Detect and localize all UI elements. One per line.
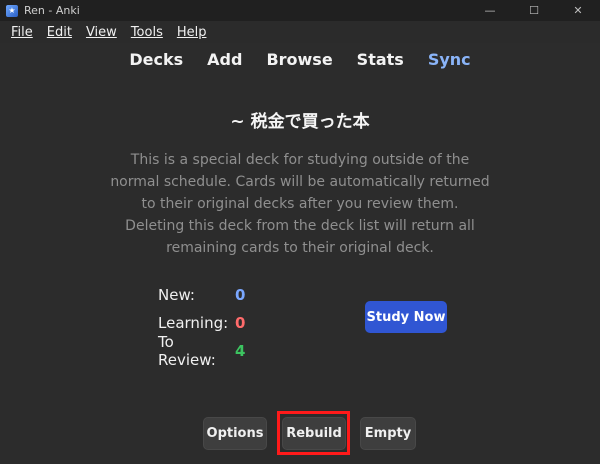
menu-help-label: Help	[176, 24, 207, 40]
deck-title: ~ 税金で買った本	[230, 112, 370, 132]
menu-edit-label: Edit	[46, 24, 72, 40]
new-label: New:	[158, 286, 195, 304]
title-bar: ★ Ren - Anki — ☐ ✕	[0, 0, 600, 21]
minimize-button[interactable]: —	[468, 0, 512, 21]
rebuild-button[interactable]: Rebuild	[282, 417, 346, 450]
menu-help[interactable]: Help	[170, 25, 214, 40]
nav-stats[interactable]: Stats	[357, 50, 404, 69]
maximize-button[interactable]: ☐	[512, 0, 556, 21]
deck-counts: New: 0 Learning: 0 To Review: 4	[158, 281, 246, 369]
window-title: Ren - Anki	[24, 4, 80, 17]
menu-bar: File Edit View Tools Help	[0, 21, 600, 43]
deck-description: This is a special deck for studying outs…	[110, 152, 490, 256]
empty-button[interactable]: Empty	[360, 417, 416, 450]
menu-file-label: File	[11, 24, 33, 40]
menu-tools[interactable]: Tools	[124, 25, 170, 40]
review-count: 4	[235, 342, 246, 360]
options-button[interactable]: Options	[203, 417, 267, 450]
nav-browse[interactable]: Browse	[266, 50, 332, 69]
review-label: To Review:	[158, 333, 216, 369]
nav-sync[interactable]: Sync	[428, 50, 471, 69]
menu-view-label: View	[85, 24, 117, 40]
menu-edit[interactable]: Edit	[40, 25, 79, 40]
menu-view[interactable]: View	[79, 25, 124, 40]
study-now-button[interactable]: Study Now	[365, 301, 447, 333]
learning-label: Learning:	[158, 314, 229, 332]
learning-count: 0	[235, 314, 246, 332]
new-count: 0	[235, 286, 246, 304]
nav-decks[interactable]: Decks	[129, 50, 183, 69]
count-row-review: To Review: 4	[158, 333, 246, 369]
close-button[interactable]: ✕	[556, 0, 600, 21]
count-row-new: New: 0	[158, 281, 245, 309]
window-controls: — ☐ ✕	[468, 0, 600, 21]
menu-file[interactable]: File	[4, 25, 40, 40]
anki-app-icon: ★	[6, 4, 18, 17]
nav-add[interactable]: Add	[207, 50, 242, 69]
menu-tools-label: Tools	[130, 24, 163, 40]
top-toolbar: Decks Add Browse Stats Sync	[0, 43, 600, 75]
